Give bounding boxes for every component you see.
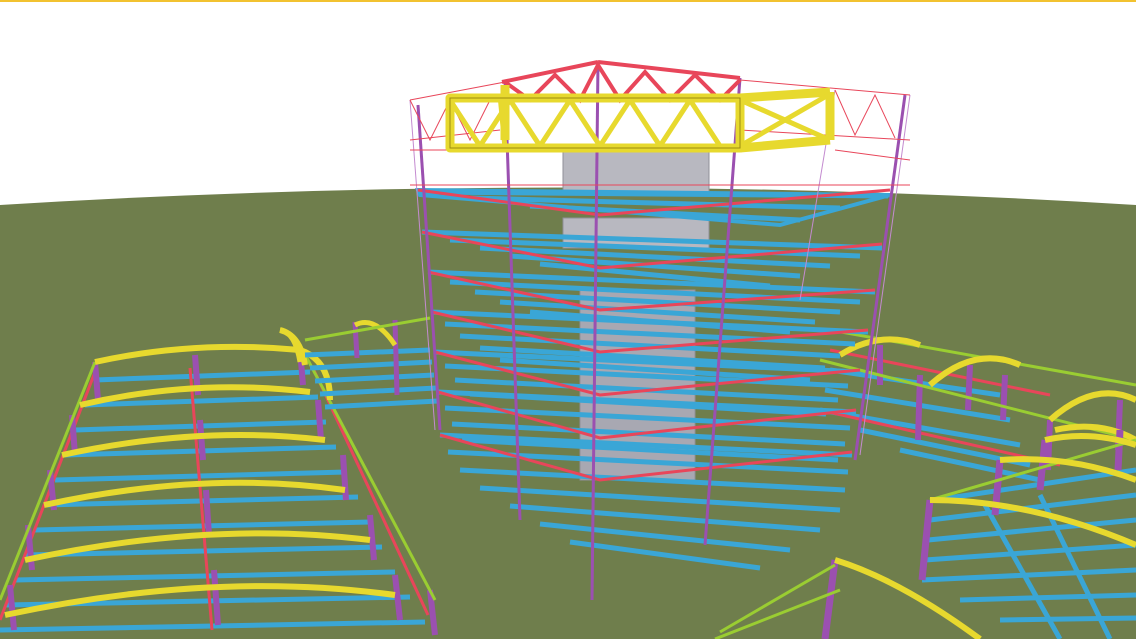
model-viewport[interactable]	[0, 0, 1136, 639]
top-accent-line	[0, 0, 1136, 2]
structure-scene[interactable]	[0, 0, 1136, 639]
